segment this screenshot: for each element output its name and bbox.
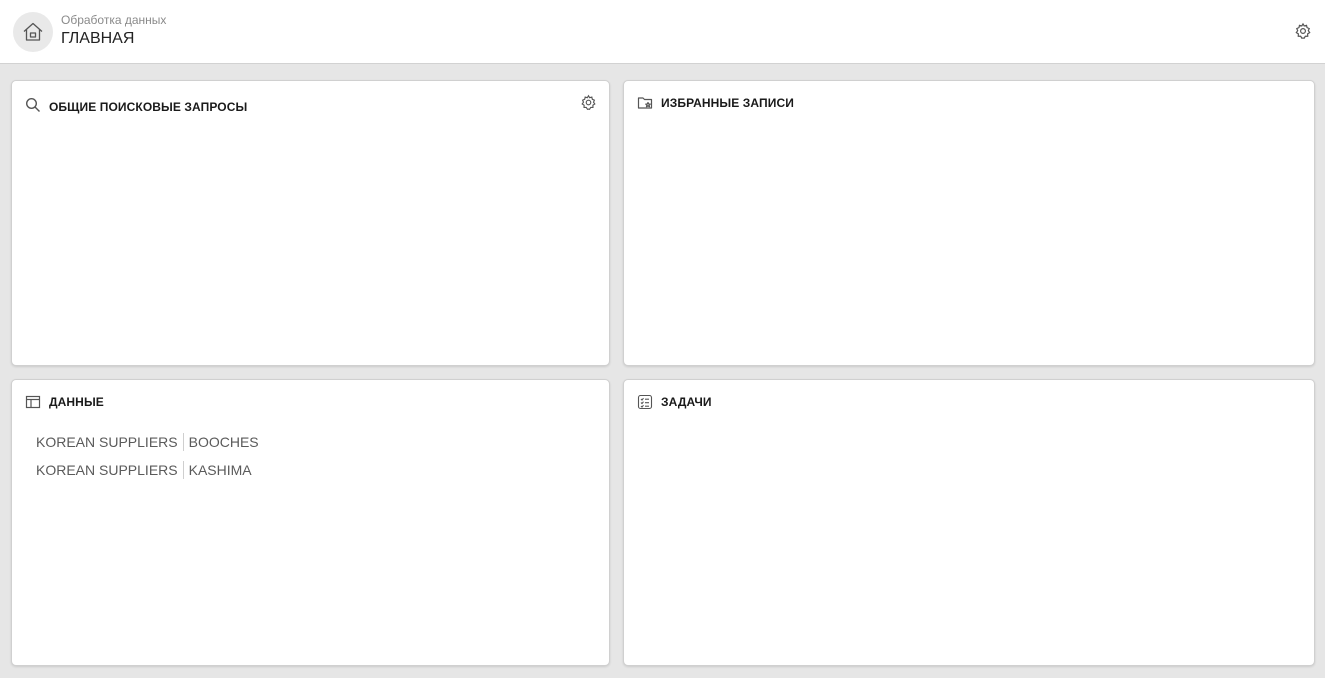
data-group: KOREAN SUPPLIERS	[36, 462, 178, 478]
panel-settings-gear-icon[interactable]	[580, 94, 597, 111]
app-subtitle: Обработка данных	[61, 13, 167, 27]
home-icon	[23, 22, 43, 41]
data-list: KOREAN SUPPLIERS BOOCHES KOREAN SUPPLIER…	[36, 428, 259, 484]
panel-tasks: ЗАДАЧИ	[623, 379, 1315, 666]
panel-shared-searches: ОБЩИЕ ПОИСКОВЫЕ ЗАПРОСЫ	[11, 80, 610, 366]
search-icon	[25, 97, 41, 113]
app-header: Обработка данных ГЛАВНАЯ	[0, 0, 1325, 64]
settings-gear-icon[interactable]	[1294, 22, 1312, 40]
home-button[interactable]	[13, 12, 53, 52]
panel-title: ДАННЫЕ	[49, 395, 104, 409]
list-item[interactable]: KOREAN SUPPLIERS BOOCHES	[36, 428, 259, 456]
panel-data: ДАННЫЕ KOREAN SUPPLIERS BOOCHES KOREAN S…	[11, 379, 610, 666]
data-group: KOREAN SUPPLIERS	[36, 434, 178, 450]
folder-star-icon	[637, 95, 653, 111]
data-name: KASHIMA	[188, 462, 252, 478]
panel-title: ОБЩИЕ ПОИСКОВЫЕ ЗАПРОСЫ	[49, 100, 248, 114]
tasks-icon	[637, 394, 653, 410]
data-name: BOOCHES	[188, 434, 259, 450]
panel-title: ЗАДАЧИ	[661, 395, 712, 409]
divider	[182, 433, 184, 451]
panel-favorites: ИЗБРАННЫЕ ЗАПИСИ	[623, 80, 1315, 366]
list-item[interactable]: KOREAN SUPPLIERS KASHIMA	[36, 456, 259, 484]
divider	[182, 461, 184, 479]
table-icon	[25, 394, 41, 410]
page-title: ГЛАВНАЯ	[61, 30, 135, 47]
panel-title: ИЗБРАННЫЕ ЗАПИСИ	[661, 96, 794, 110]
